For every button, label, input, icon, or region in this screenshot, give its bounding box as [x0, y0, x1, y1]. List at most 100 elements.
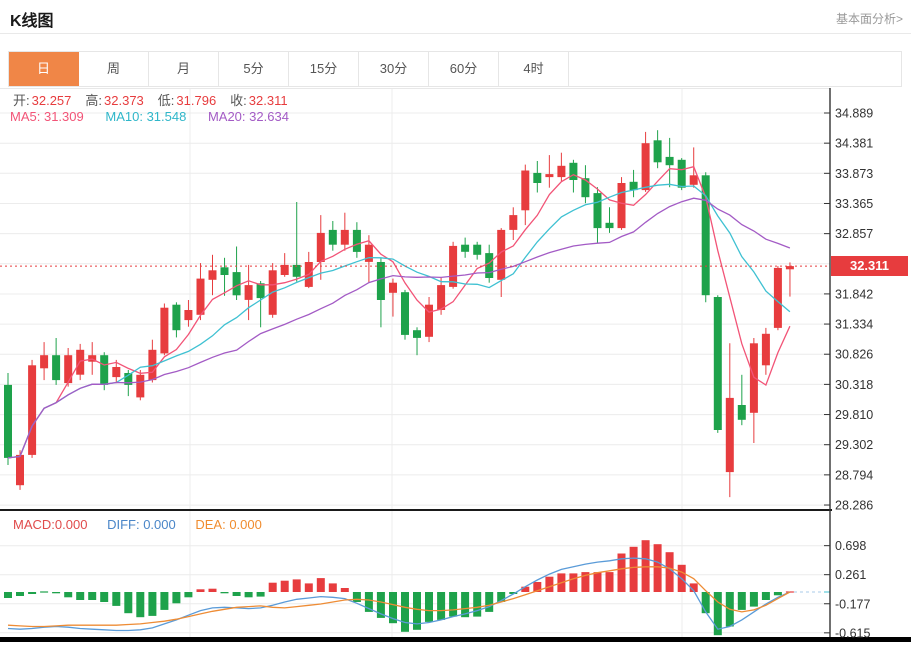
macd-bar: [545, 577, 553, 592]
macd-bar: [449, 592, 457, 617]
macd-bar: [197, 589, 205, 592]
candle-body: [341, 230, 349, 245]
candle-body: [726, 398, 734, 472]
candle-body: [160, 308, 168, 354]
macd-bar: [233, 592, 241, 596]
candle-body: [485, 253, 493, 278]
main-pane-baseline: [0, 509, 832, 511]
macd-bar: [16, 592, 24, 596]
tab-week[interactable]: 周: [79, 52, 149, 86]
candle-body: [533, 173, 541, 183]
candle-body: [197, 279, 205, 315]
axis-tick-label: 29.302: [835, 438, 873, 452]
candle-body: [329, 230, 337, 245]
tab-15min[interactable]: 15分: [289, 52, 359, 86]
low-label: 低:: [158, 93, 175, 108]
macd-bar: [774, 592, 782, 595]
macd-bar: [100, 592, 108, 602]
candle-body: [317, 233, 325, 262]
macd-bar: [28, 592, 36, 594]
candle-body: [52, 355, 60, 380]
candle-body: [401, 292, 409, 335]
candle-body: [678, 160, 686, 188]
macd-bar: [88, 592, 96, 600]
axis-tick-label: 0.261: [835, 568, 866, 582]
axis-tick-label: 28.286: [835, 499, 873, 513]
axis-tick-label: 30.318: [835, 378, 873, 392]
macd-bar: [750, 592, 758, 607]
tab-day[interactable]: 日: [9, 52, 79, 86]
tab-5min[interactable]: 5分: [219, 52, 289, 86]
ohlc-readout: 开:32.257高:32.373低:31.796收:32.311: [13, 90, 302, 109]
axis-tick-label: 31.842: [835, 287, 873, 301]
tabs-filler: [569, 52, 901, 86]
macd-bar: [245, 592, 253, 597]
tab-60min[interactable]: 60分: [429, 52, 499, 86]
candle-body: [714, 297, 722, 430]
macd-readout: MACD:0.000 DIFF: 0.000 DEA: 0.000: [13, 517, 278, 532]
macd-bar: [148, 592, 156, 616]
candle-body: [245, 285, 253, 300]
timeframe-tabs: 日 周 月 5分 15分 30分 60分 4时: [8, 51, 902, 87]
macd-bar: [40, 591, 48, 592]
macd-bar: [738, 592, 746, 610]
candle-body: [184, 310, 192, 320]
macd-bar: [594, 572, 602, 592]
candle-body: [774, 268, 782, 328]
tab-month[interactable]: 月: [149, 52, 219, 86]
axis-tick-label: -0.177: [835, 597, 870, 611]
candle-body: [136, 375, 144, 398]
candle-body: [40, 355, 48, 368]
candle-body: [762, 334, 770, 366]
ma10-line: [8, 184, 790, 458]
ma20-line: [8, 198, 790, 458]
macd-bar: [485, 592, 493, 612]
macd-bar: [305, 583, 313, 592]
axis-tick-label: 30.826: [835, 348, 873, 362]
candle-body: [64, 355, 72, 383]
fundamental-analysis-link[interactable]: 基本面分析>: [836, 10, 903, 27]
macd-bar: [293, 579, 301, 592]
macd-bar: [124, 592, 132, 613]
candle-body: [437, 285, 445, 310]
macd-bar: [184, 592, 192, 597]
candle-body: [28, 365, 36, 455]
candle-body: [473, 245, 481, 255]
candle-body: [389, 283, 397, 293]
axis-tick-label: 29.810: [835, 408, 873, 422]
tab-30min[interactable]: 30分: [359, 52, 429, 86]
page-title: K线图: [10, 7, 54, 31]
macd-bar: [606, 572, 614, 592]
macd-bar: [401, 592, 409, 632]
macd-bar: [425, 592, 433, 622]
axis-tick-label: 28.794: [835, 468, 873, 482]
candle-body: [606, 223, 614, 228]
kline-chart-canvas[interactable]: 34.88934.38133.87333.36532.85731.84231.3…: [0, 88, 911, 645]
diff-value-readout: DIFF: 0.000: [107, 517, 176, 532]
macd-value-readout: MACD:0.000: [13, 517, 87, 532]
macd-bar: [76, 592, 84, 600]
dea-value-readout: DEA: 0.000: [195, 517, 262, 532]
macd-bar: [341, 588, 349, 592]
candle-body: [233, 272, 241, 295]
candle-body: [594, 193, 602, 228]
macd-bar: [353, 592, 361, 602]
candle-body: [666, 157, 674, 165]
candle-body: [413, 330, 421, 338]
macd-bar: [52, 592, 60, 593]
tab-4hour[interactable]: 4时: [499, 52, 569, 86]
candle-body: [521, 171, 529, 211]
candle-body: [293, 265, 301, 277]
candle-body: [377, 262, 385, 300]
macd-bar: [172, 592, 180, 603]
axis-tick-label: 34.381: [835, 137, 873, 151]
candle-body: [172, 305, 180, 331]
low-value: 31.796: [176, 93, 216, 108]
macd-bar: [666, 552, 674, 592]
candle-body: [569, 163, 577, 180]
candle-body: [738, 405, 746, 420]
candle-body: [581, 178, 589, 197]
candle-body: [16, 455, 24, 485]
macd-bar: [630, 547, 638, 592]
macd-bar: [221, 592, 229, 593]
